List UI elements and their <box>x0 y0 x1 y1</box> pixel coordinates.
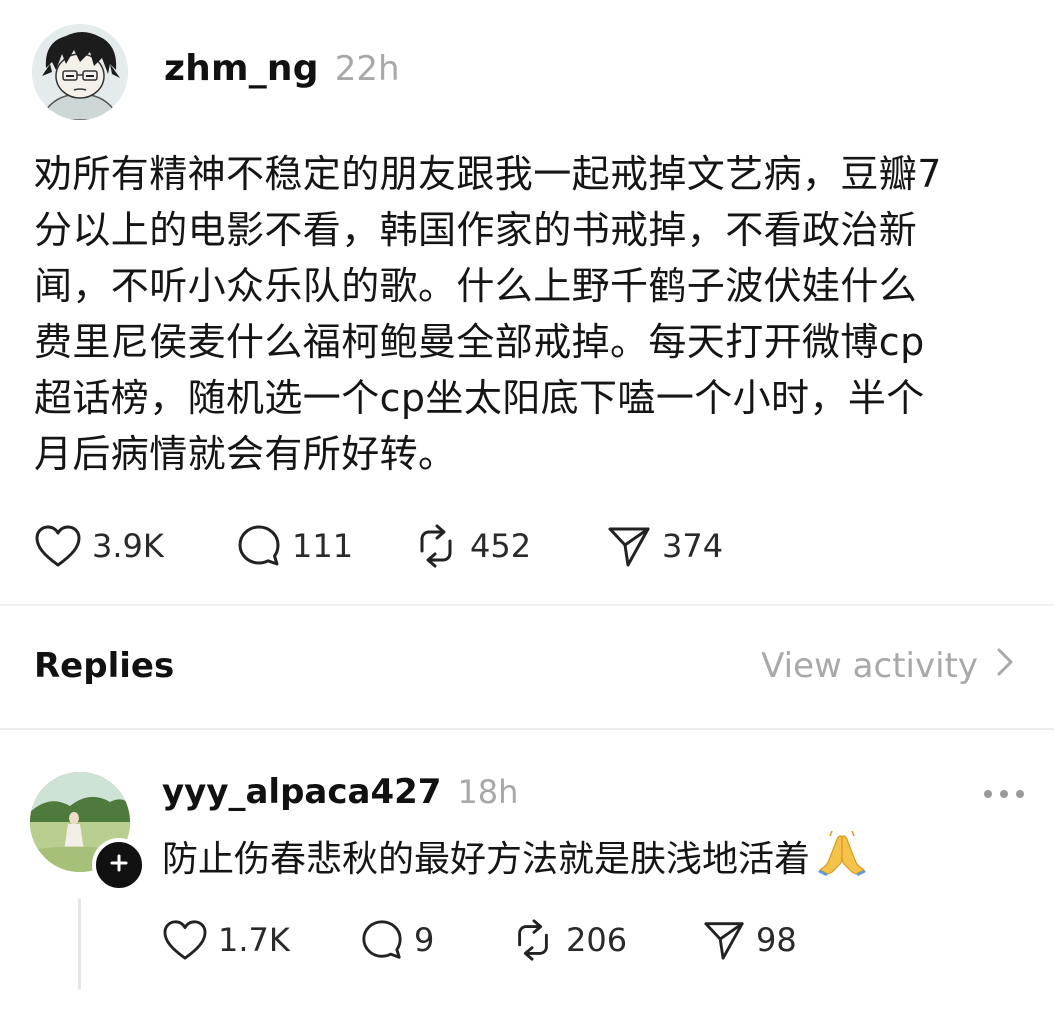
more-dots-icon <box>984 790 992 798</box>
post-text: 劝所有精神不稳定的朋友跟我一起戒掉文艺病，豆瓣7 分以上的电影不看，韩国作家的书… <box>34 152 942 476</box>
reply-comment-count: 9 <box>414 921 435 959</box>
reply-share-count: 98 <box>756 921 797 959</box>
plus-icon <box>109 853 129 877</box>
post-username[interactable]: zhm_ng <box>164 48 319 89</box>
heart-icon <box>162 919 208 961</box>
reply-repost-button[interactable]: 206 <box>510 916 627 964</box>
comment-bubble-icon <box>360 918 404 962</box>
repost-arrows-icon <box>510 918 556 962</box>
like-count: 3.9K <box>92 527 164 565</box>
comment-button[interactable]: 111 <box>236 522 353 570</box>
post-author-avatar[interactable] <box>32 24 128 120</box>
view-activity-label: View activity <box>761 646 978 686</box>
heart-icon <box>34 524 82 568</box>
chevron-right-icon <box>978 646 1014 686</box>
reply-text: 防止伤春悲秋的最好方法就是肤浅地活着 <box>162 839 811 880</box>
reply-repost-count: 206 <box>566 921 628 959</box>
repost-button[interactable]: 452 <box>412 522 531 570</box>
repost-arrows-icon <box>412 523 460 569</box>
more-options-button[interactable] <box>984 784 1024 804</box>
repost-count: 452 <box>470 527 532 565</box>
share-count: 374 <box>662 527 724 565</box>
share-button[interactable]: 374 <box>606 522 723 570</box>
thread-line <box>78 898 81 990</box>
reply-text-row: 防止伤春悲秋的最好方法就是肤浅地活着 <box>162 828 868 892</box>
reply-username[interactable]: yyy_alpaca427 <box>162 772 441 812</box>
divider <box>0 728 1054 730</box>
comment-bubble-icon <box>236 523 282 569</box>
reply-comment-button[interactable]: 9 <box>360 916 434 964</box>
divider <box>0 604 1054 606</box>
reply-timestamp: 18h <box>457 773 519 811</box>
replies-heading: Replies <box>34 646 175 686</box>
thread-page: zhm_ng 22h 劝所有精神不稳定的朋友跟我一起戒掉文艺病，豆瓣7 分以上的… <box>0 0 1054 1012</box>
like-button[interactable]: 3.9K <box>34 522 164 570</box>
reply-share-button[interactable]: 98 <box>702 916 797 964</box>
reply-like-count: 1.7K <box>218 921 290 959</box>
post-timestamp: 22h <box>334 49 400 89</box>
comment-count: 111 <box>292 527 354 565</box>
view-activity-link[interactable]: View activity <box>761 646 1014 686</box>
post-header: zhm_ng 22h <box>164 48 400 98</box>
send-paper-plane-icon <box>702 918 746 962</box>
reply-like-button[interactable]: 1.7K <box>162 916 290 964</box>
reply-header: yyy_alpaca427 18h <box>162 772 518 812</box>
folded-hands-emoji <box>816 828 868 892</box>
send-paper-plane-icon <box>606 523 652 569</box>
follow-button[interactable] <box>92 838 146 892</box>
